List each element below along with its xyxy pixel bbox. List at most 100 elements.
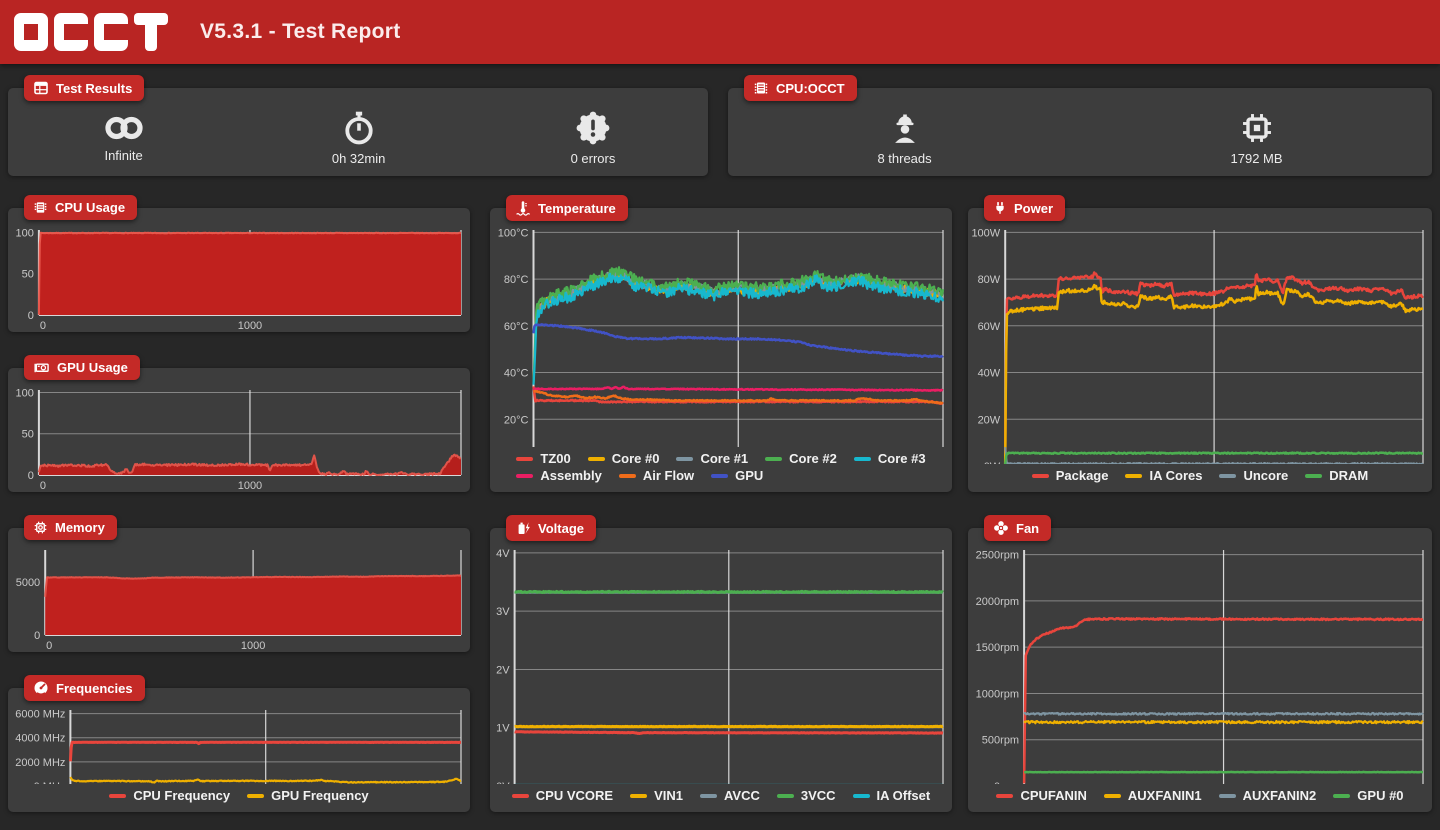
- legend-item: Assembly: [516, 468, 601, 483]
- battery-icon: [515, 520, 531, 536]
- memory-badge: Memory: [24, 515, 117, 540]
- legend-color-dash: [853, 794, 870, 798]
- legend-item: GPU: [711, 468, 763, 483]
- legend-label: Core #2: [789, 451, 837, 466]
- legend-item: CPU Frequency: [109, 788, 230, 803]
- legend-label: TZ00: [540, 451, 570, 466]
- frequencies-badge: Frequencies: [24, 675, 145, 701]
- legend-color-dash: [676, 457, 693, 461]
- svg-text:20°C: 20°C: [504, 414, 529, 426]
- temperature-legend: TZ00 Core #0 Core #1 Core #2 Core #3 Assembly…: [516, 447, 925, 492]
- legend-label: Package: [1056, 468, 1109, 483]
- memory-chart: 0500001000: [8, 544, 470, 652]
- legend-color-dash: [765, 457, 782, 461]
- svg-text:100W: 100W: [971, 227, 1000, 239]
- legend-item: VIN1: [630, 788, 683, 803]
- legend-color-dash: [516, 457, 533, 461]
- svg-text:40W: 40W: [978, 368, 1001, 380]
- legend-item: TZ00: [516, 451, 570, 466]
- power-chart: 0W20W40W60W80W100W01000: [968, 224, 1432, 464]
- legend-label: CPU VCORE: [536, 788, 613, 803]
- memory-size: 1792 MB: [1231, 110, 1283, 166]
- legend-label: Assembly: [540, 468, 601, 483]
- legend-color-dash: [777, 794, 794, 798]
- memory-icon: [33, 520, 48, 535]
- svg-text:0 MHz: 0 MHz: [34, 781, 66, 784]
- svg-text:0: 0: [34, 630, 40, 642]
- legend-color-dash: [854, 457, 871, 461]
- svg-text:1500rpm: 1500rpm: [976, 642, 1019, 654]
- thread-count: 8 threads: [877, 110, 931, 166]
- legend-label: AUXFANIN2: [1243, 788, 1317, 803]
- legend-color-dash: [247, 794, 264, 798]
- svg-text:80W: 80W: [978, 274, 1001, 286]
- svg-text:5000: 5000: [16, 577, 40, 589]
- legend-label: Core #1: [700, 451, 748, 466]
- test-results-badge: Test Results: [24, 75, 144, 101]
- legend-item: CPU VCORE: [512, 788, 613, 803]
- legend-item: Core #3: [854, 451, 926, 466]
- test-error-count: 0 errors: [571, 110, 616, 166]
- legend-item: Air Flow: [619, 468, 694, 483]
- panel-memory: Memory 0500001000: [8, 528, 470, 652]
- legend-color-dash: [619, 474, 636, 478]
- panel-voltage: Voltage 0V1V2V3V4V01000 CPU VCOREVIN1AVC…: [490, 528, 952, 812]
- legend-item: CPUFANIN: [996, 788, 1086, 803]
- legend-label: IA Offset: [877, 788, 931, 803]
- app-header: V5.3.1 - Test Report: [0, 0, 1440, 64]
- svg-text:1000: 1000: [241, 640, 265, 652]
- test-duration-mode: Infinite: [101, 113, 147, 163]
- report-icon: [33, 80, 49, 96]
- legend-label: 3VCC: [801, 788, 836, 803]
- panel-cpu-occt: CPU:OCCT 8 threads: [728, 88, 1432, 176]
- svg-text:100°C: 100°C: [498, 227, 529, 239]
- test-elapsed-time-label: 0h 32min: [332, 151, 385, 166]
- error-badge-icon: [575, 110, 611, 146]
- chip-icon: [1239, 110, 1275, 146]
- svg-text:0W: 0W: [984, 461, 1001, 464]
- temperature-badge-label: Temperature: [538, 201, 616, 216]
- legend-label: GPU Frequency: [271, 788, 369, 803]
- svg-text:100: 100: [16, 387, 34, 399]
- legend-item: IA Offset: [853, 788, 931, 803]
- svg-text:20W: 20W: [978, 414, 1001, 426]
- legend-color-dash: [1104, 794, 1121, 798]
- cpu-icon: [753, 80, 769, 96]
- thread-count-label: 8 threads: [877, 151, 931, 166]
- svg-text:40°C: 40°C: [504, 368, 529, 380]
- legend-item: Core #1: [676, 451, 748, 466]
- cpu-occt-badge: CPU:OCCT: [744, 75, 857, 101]
- panel-frequencies: Frequencies 0 MHz2000 MHz4000 MHz6000 MH…: [8, 688, 470, 812]
- gpu-usage-badge-label: GPU Usage: [57, 360, 128, 375]
- fan-legend: CPUFANINAUXFANIN1AUXFANIN2GPU #0: [996, 784, 1403, 812]
- legend-label: Core #0: [612, 451, 660, 466]
- voltage-legend: CPU VCORE VIN1 AVCC 3VCC IA Offset: [512, 784, 930, 812]
- legend-color-dash: [630, 794, 647, 798]
- svg-text:6000 MHz: 6000 MHz: [15, 709, 65, 721]
- svg-text:60°C: 60°C: [504, 321, 529, 333]
- legend-color-dash: [1125, 474, 1142, 478]
- legend-color-dash: [109, 794, 126, 798]
- temperature-badge: Temperature: [506, 195, 628, 221]
- svg-text:80°C: 80°C: [504, 274, 529, 286]
- svg-text:2V: 2V: [496, 664, 510, 676]
- svg-text:0: 0: [28, 470, 34, 482]
- test-error-count-label: 0 errors: [571, 151, 616, 166]
- fan-icon: [993, 520, 1009, 536]
- gpu-usage-badge: GPU Usage: [24, 355, 140, 380]
- plug-icon: [993, 200, 1007, 216]
- cpu-icon: [33, 200, 48, 215]
- svg-text:2500rpm: 2500rpm: [976, 550, 1019, 562]
- legend-label: GPU: [735, 468, 763, 483]
- svg-text:1000rpm: 1000rpm: [976, 688, 1019, 700]
- frequencies-badge-label: Frequencies: [56, 681, 133, 696]
- svg-text:0: 0: [40, 320, 46, 332]
- legend-color-dash: [1032, 474, 1049, 478]
- occt-logo-icon: [14, 13, 168, 51]
- infinity-icon: [101, 113, 147, 143]
- legend-label: Core #3: [878, 451, 926, 466]
- legend-color-dash: [711, 474, 728, 478]
- legend-label: AVCC: [724, 788, 760, 803]
- temperature-chart: 0°C20°C40°C60°C80°C100°C01000: [490, 224, 952, 447]
- voltage-badge-label: Voltage: [538, 521, 584, 536]
